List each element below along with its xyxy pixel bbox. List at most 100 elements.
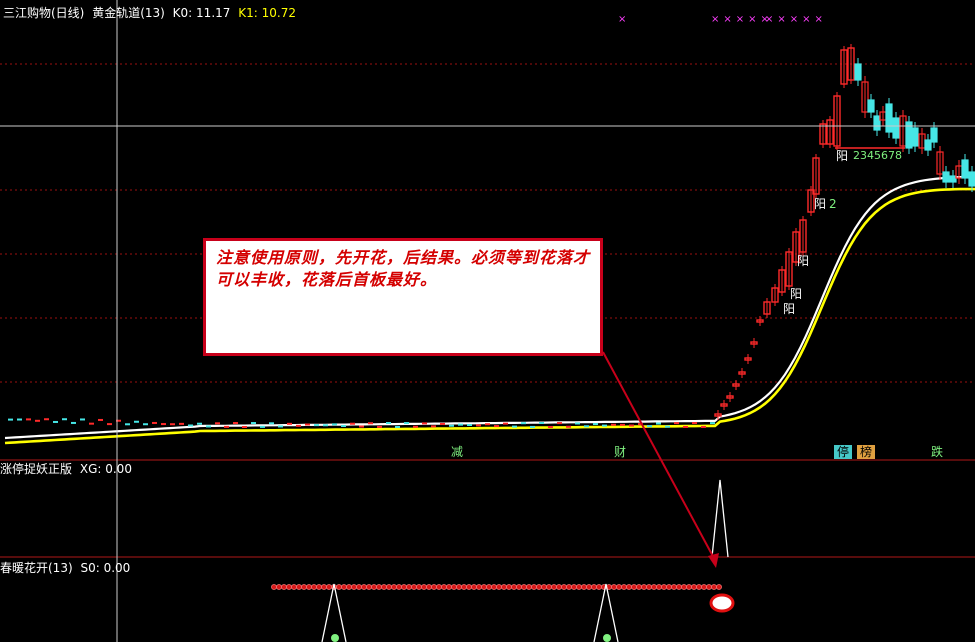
event-tag-reduce[interactable]: 减	[448, 445, 466, 459]
base-candle	[332, 423, 337, 426]
flower-dot	[376, 584, 382, 590]
flower-dot	[681, 584, 687, 590]
flower-dot	[481, 584, 487, 590]
base-candle	[458, 423, 463, 426]
indicator-name: 黄金轨道(13)	[92, 6, 165, 20]
base-candle	[341, 424, 346, 427]
signal-marker-3: ×××××	[765, 14, 827, 25]
base-candle	[431, 425, 436, 428]
k1-value: 10.72	[261, 6, 296, 20]
base-candle	[134, 420, 139, 423]
flower-dot	[441, 584, 447, 590]
xg-value: 0.00	[105, 462, 132, 476]
event-tag-list[interactable]: 榜	[857, 445, 876, 459]
flower-dot	[616, 584, 622, 590]
flower-dot	[661, 584, 667, 590]
flower-dot	[361, 584, 367, 590]
green-dot	[603, 634, 611, 642]
base-candle	[206, 425, 211, 428]
down-candle	[911, 127, 919, 147]
panel3-header: 春暖花开(13) S0: 0.00	[0, 561, 130, 575]
flower-dot	[341, 584, 347, 590]
flower-dot	[286, 584, 292, 590]
flower-dot	[626, 584, 632, 590]
flower-dot	[656, 584, 662, 590]
down-candle	[854, 63, 862, 81]
flower-dot	[446, 584, 452, 590]
flower-dot	[541, 584, 547, 590]
flower-dot	[711, 584, 717, 590]
flower-dot	[281, 584, 287, 590]
annotation-note: 注意使用原则，先开花，后结果。必须等到花落才可以丰收，花落后首板最好。	[203, 238, 603, 356]
flower-dot	[496, 584, 502, 590]
yang-label-4-num: 2	[829, 197, 837, 211]
base-candle	[710, 422, 715, 425]
base-candle	[494, 425, 499, 428]
base-candle	[557, 422, 562, 425]
base-candle	[98, 418, 103, 421]
base-candle	[575, 422, 580, 425]
main-panel-header: 三江购物(日线) 黄金轨道(13) K0: 11.17 K1: 10.72	[3, 6, 296, 20]
flower-dot	[501, 584, 507, 590]
flower-dot	[596, 584, 602, 590]
base-candle	[602, 424, 607, 427]
base-candle	[242, 425, 247, 428]
flower-dot	[416, 584, 422, 590]
flower-dot	[631, 584, 637, 590]
base-candle	[233, 422, 238, 425]
flower-dot	[536, 584, 542, 590]
yang-label-5: 阳	[836, 149, 849, 163]
s0-spike	[321, 583, 347, 642]
flower-dot	[701, 584, 707, 590]
base-candle	[53, 420, 58, 423]
base-candle	[674, 422, 679, 425]
flower-dot	[306, 584, 312, 590]
sequence-label: 2345678	[853, 149, 902, 162]
flower-dot	[356, 584, 362, 590]
base-candle	[26, 418, 31, 421]
flower-dot	[546, 584, 552, 590]
arrow-head	[708, 553, 719, 568]
signal-marker-2: ×××××	[711, 14, 773, 25]
base-candle	[323, 424, 328, 427]
flower-dot	[296, 584, 302, 590]
flower-dot	[676, 584, 682, 590]
event-tag-finance[interactable]: 财	[611, 445, 629, 459]
flower-dot	[556, 584, 562, 590]
flower-dot	[321, 584, 327, 590]
flower-dot	[576, 584, 582, 590]
flower-dot	[451, 584, 457, 590]
base-candle	[179, 422, 184, 425]
base-candle	[314, 424, 319, 427]
base-candle	[584, 425, 589, 428]
flower-dot	[591, 584, 597, 590]
event-tag-drop[interactable]: 跌	[928, 445, 946, 459]
base-candle	[62, 418, 67, 421]
flower-dot	[706, 584, 712, 590]
flower-dot	[486, 584, 492, 590]
flower-dot	[271, 584, 277, 590]
yang-label-4-char: 阳	[814, 197, 827, 211]
base-candle	[422, 422, 427, 425]
flower-dot	[511, 584, 517, 590]
base-candle	[224, 425, 229, 428]
flower-dot	[476, 584, 482, 590]
flower-dot	[586, 584, 592, 590]
base-candle	[305, 423, 310, 426]
flower-dot	[666, 584, 672, 590]
flower-dot	[581, 584, 587, 590]
flower-dot	[366, 584, 372, 590]
flower-dot	[461, 584, 467, 590]
base-candle	[269, 422, 274, 425]
event-tag-halt[interactable]: 停	[834, 445, 853, 459]
annotation-text: 注意使用原则，先开花，后结果。必须等到花落才可以丰收，花落后首板最好。	[216, 248, 591, 289]
base-candle	[215, 422, 220, 425]
base-candle	[629, 424, 634, 427]
flower-dot	[386, 584, 392, 590]
flower-dot	[621, 584, 627, 590]
down-candle	[949, 175, 957, 183]
signal-marker-1: ×	[618, 14, 631, 25]
base-candle	[404, 422, 409, 425]
candlesticks	[8, 44, 975, 428]
flower-dot	[521, 584, 527, 590]
